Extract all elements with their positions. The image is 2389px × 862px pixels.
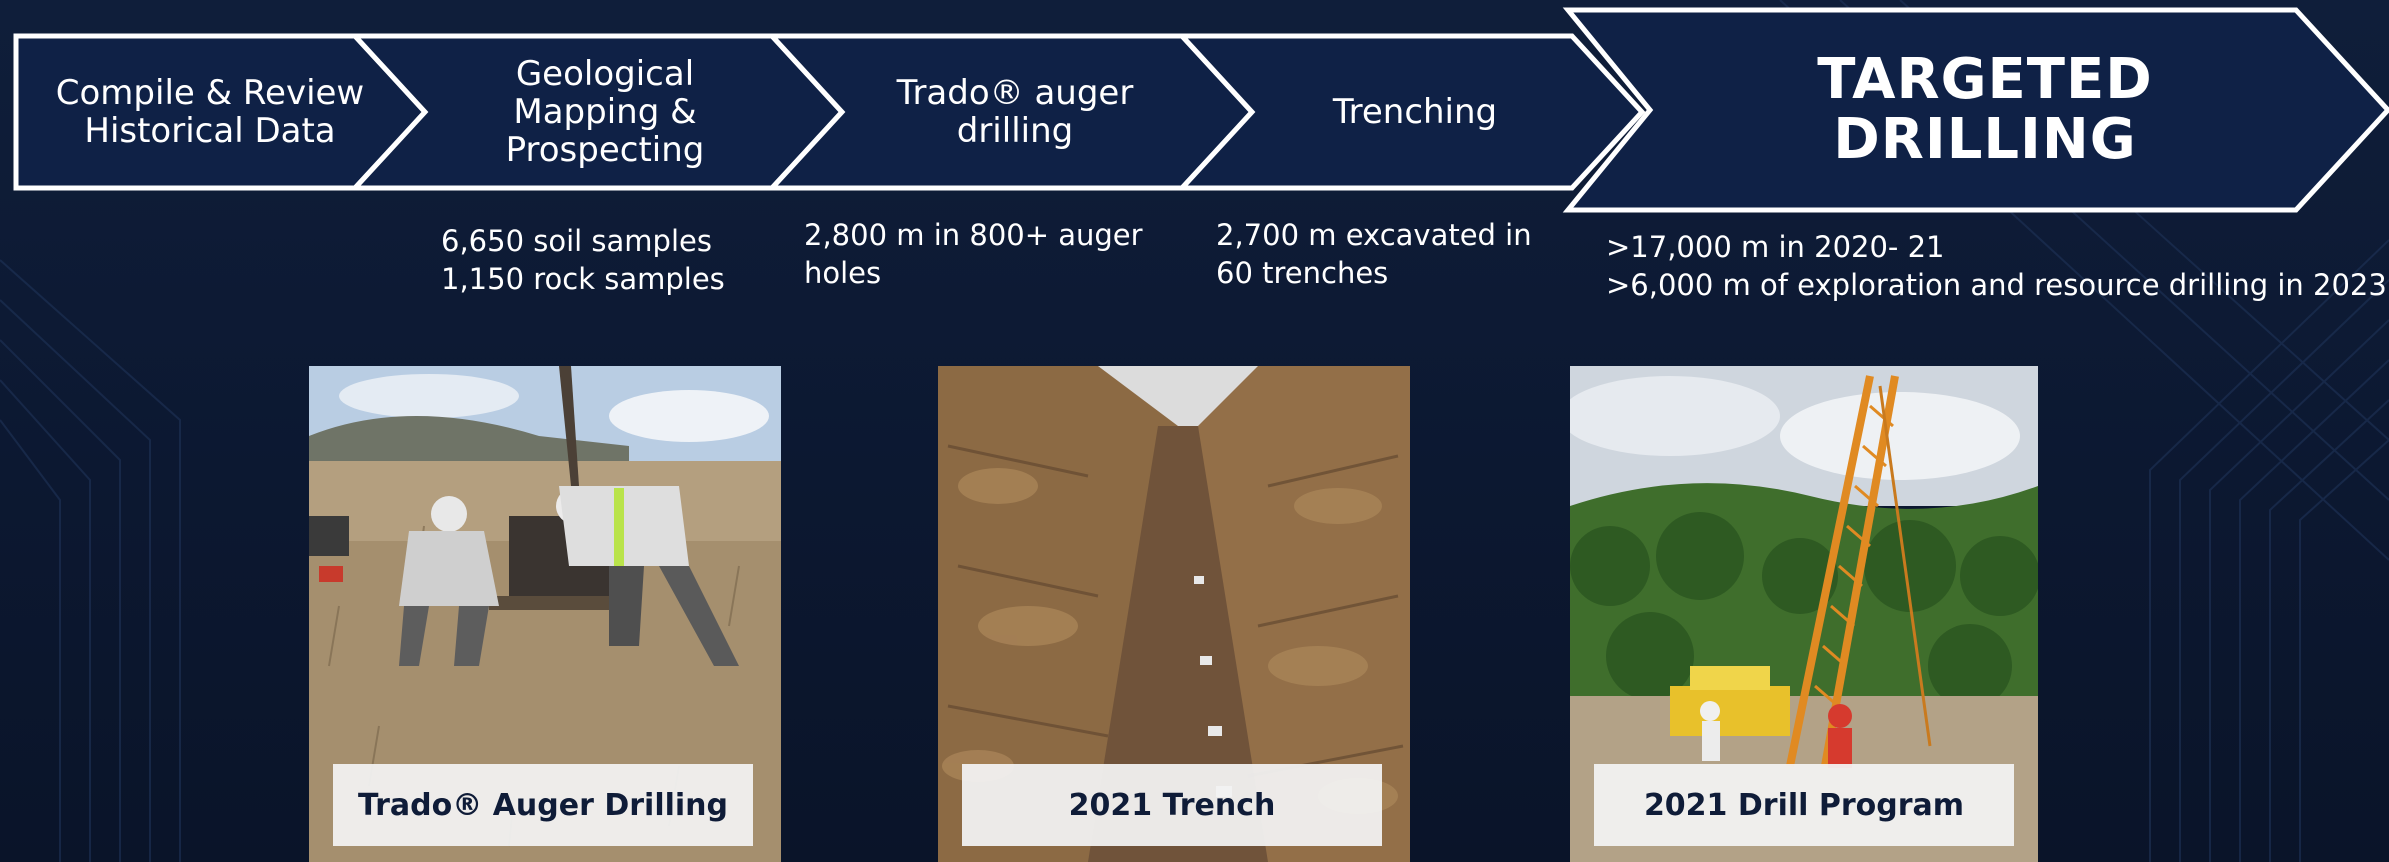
stat-mapping: 6,650 soil samples 1,150 rock samples <box>441 224 725 296</box>
stat-auger: 2,800 m in 800+ auger holes <box>804 218 1143 290</box>
step-trenching: Trenching <box>1332 92 1498 132</box>
step-compile-review: Compile & Review Historical Data <box>55 73 365 151</box>
step-targeted-drilling: TARGETED DRILLING <box>1817 47 2153 172</box>
drill-program-caption: 2021 Drill Program <box>1594 764 2014 846</box>
trench-photo: 2021 Trench <box>938 366 1410 862</box>
stat-drilling: >17,000 m in 2020- 21 >6,000 m of explor… <box>1606 230 2387 302</box>
auger-drilling-photo: Trado® Auger Drilling <box>309 366 781 862</box>
step-trado-auger-drilling: Trado® auger drilling <box>896 73 1134 151</box>
step-geological-mapping: Geological Mapping & Prospecting <box>505 54 705 170</box>
stat-trenching: 2,700 m excavated in 60 trenches <box>1216 218 1532 290</box>
trench-caption: 2021 Trench <box>962 764 1382 846</box>
auger-drilling-caption: Trado® Auger Drilling <box>333 764 753 846</box>
drill-rig-photo: 2021 Drill Program <box>1570 366 2038 862</box>
